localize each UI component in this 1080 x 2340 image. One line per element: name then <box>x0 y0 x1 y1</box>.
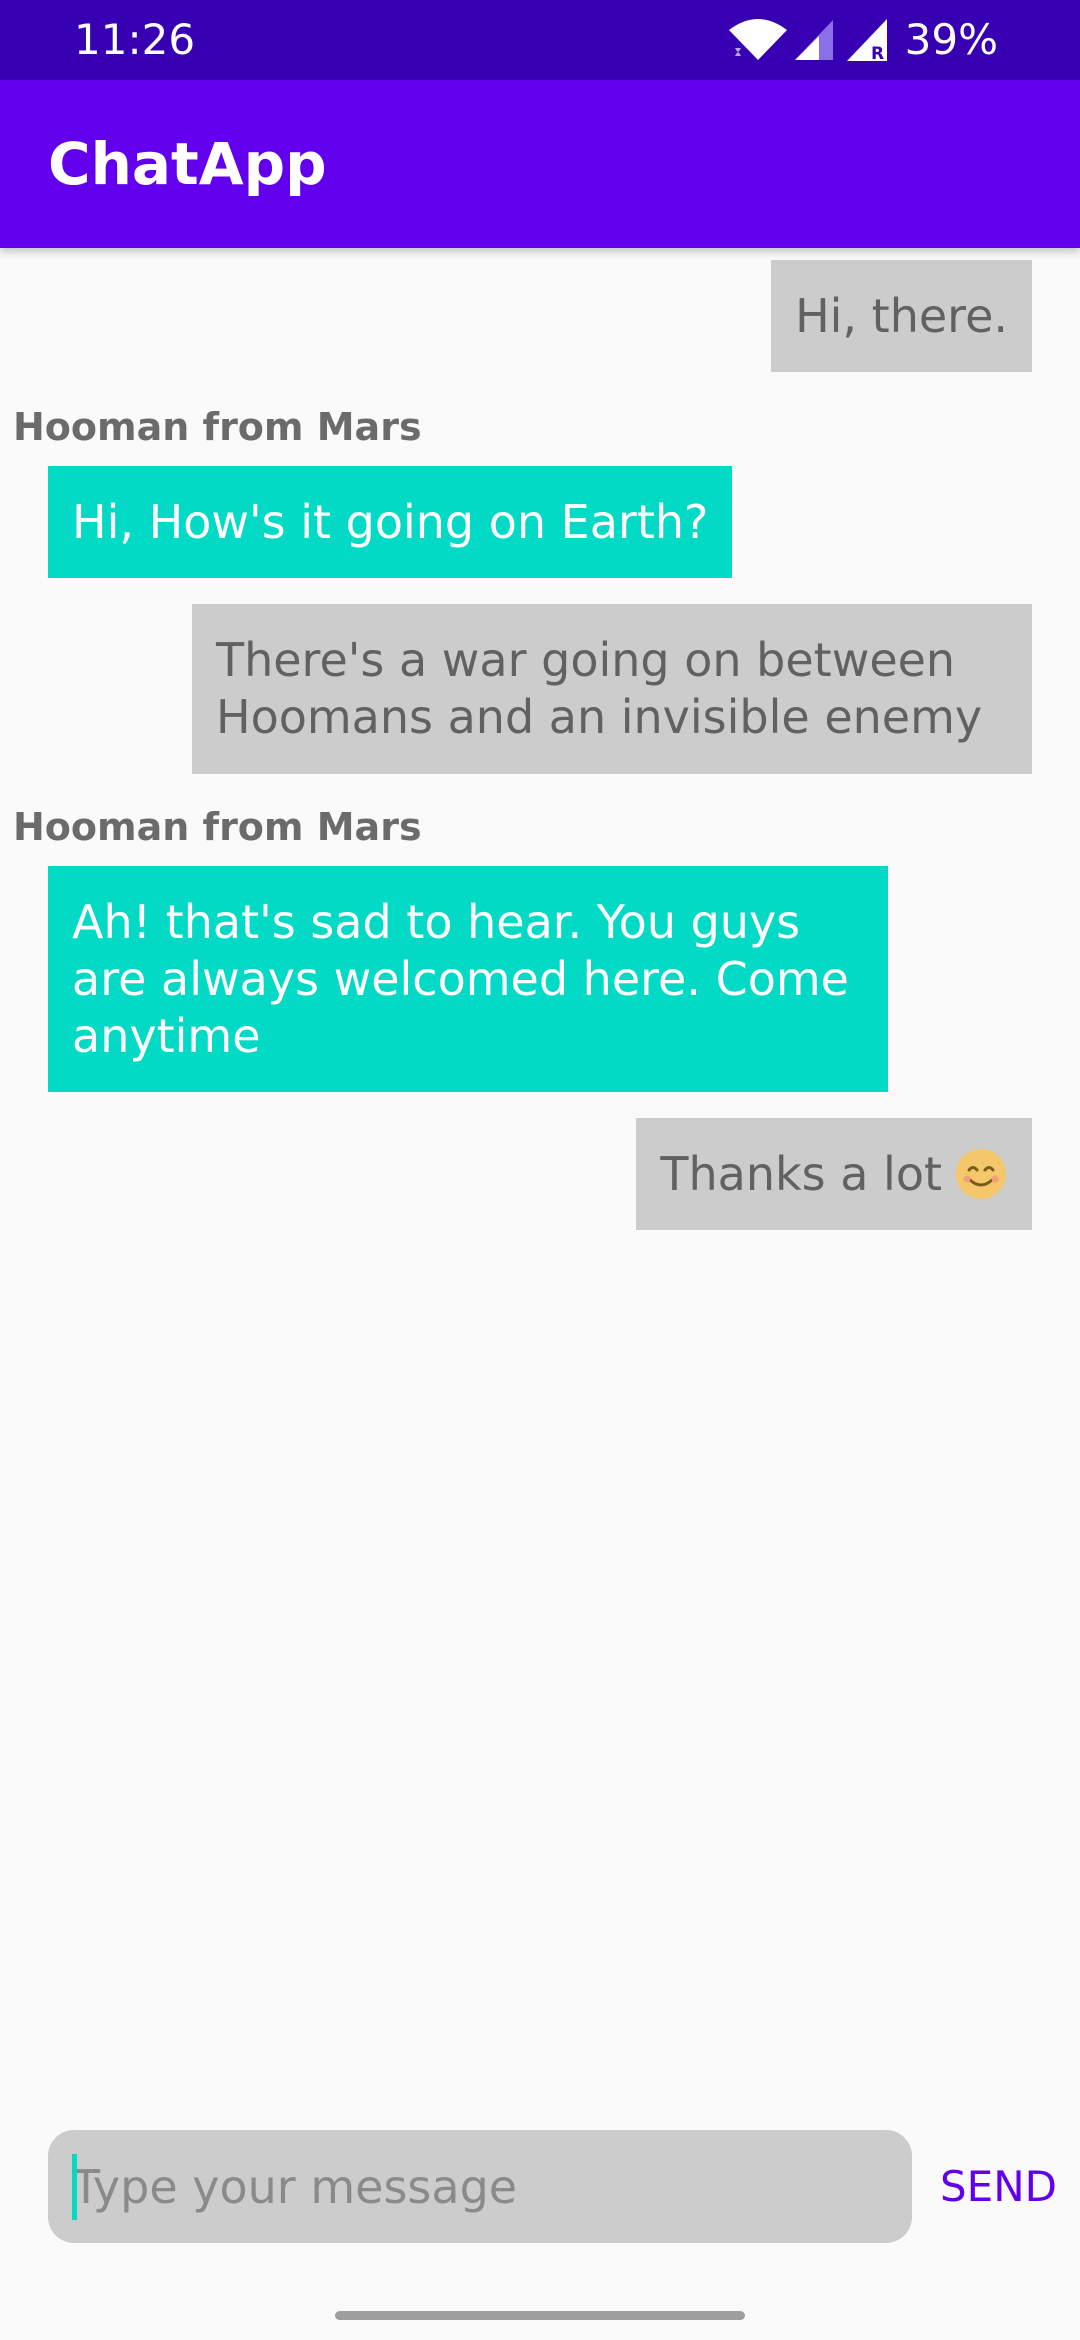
message-input[interactable] <box>48 2130 912 2243</box>
battery-level: 39% <box>904 15 998 64</box>
message-text: Hi, there. <box>795 288 1008 343</box>
outgoing-message-bubble[interactable]: Hi, there. <box>771 260 1032 372</box>
message-text: Ah! that's sad to hear. You guys are alw… <box>72 894 849 1065</box>
message-line: Hoomans and an invisible enemy <box>216 690 983 744</box>
message-line: anytime <box>72 1008 261 1063</box>
send-button[interactable]: SEND <box>940 2154 1057 2220</box>
wifi-icon <box>727 18 789 62</box>
incoming-message-bubble[interactable]: Hi, How's it going on Earth? <box>48 466 733 578</box>
outgoing-message-bubble[interactable]: Thanks a lot <box>636 1118 1032 1230</box>
message-list[interactable]: Hi, there. Hooman from Mars Hi, How's it… <box>0 248 1080 2108</box>
status-bar: 11:26 R 39% <box>0 0 1080 80</box>
app-bar: ChatApp <box>0 80 1080 248</box>
message-text: Thanks a lot <box>660 1146 942 1201</box>
message-line: are always welcomed here. Come <box>72 951 849 1006</box>
text-cursor <box>72 2154 77 2220</box>
outgoing-message-bubble[interactable]: There's a war going on between Hoomans a… <box>192 604 1032 774</box>
sender-name: Hooman from Mars <box>13 805 422 849</box>
message-text: There's a war going on between Hoomans a… <box>216 632 982 746</box>
message-line: Ah! that's sad to hear. You guys <box>72 894 801 949</box>
smiling-face-icon <box>954 1147 1008 1201</box>
sender-name: Hooman from Mars <box>13 405 422 449</box>
message-text: Hi, How's it going on Earth? <box>72 494 709 549</box>
signal-icon <box>793 18 837 62</box>
svg-text:R: R <box>871 44 884 63</box>
message-line: There's a war going on between <box>216 633 956 687</box>
message-composer: SEND <box>0 2120 1080 2250</box>
signal-roaming-icon: R <box>845 17 891 63</box>
home-indicator[interactable] <box>335 2311 745 2320</box>
incoming-message-bubble[interactable]: Ah! that's sad to hear. You guys are alw… <box>48 866 888 1092</box>
status-time: 11:26 <box>74 15 196 64</box>
status-icons: R 39% <box>727 14 998 66</box>
app-title: ChatApp <box>48 130 327 198</box>
